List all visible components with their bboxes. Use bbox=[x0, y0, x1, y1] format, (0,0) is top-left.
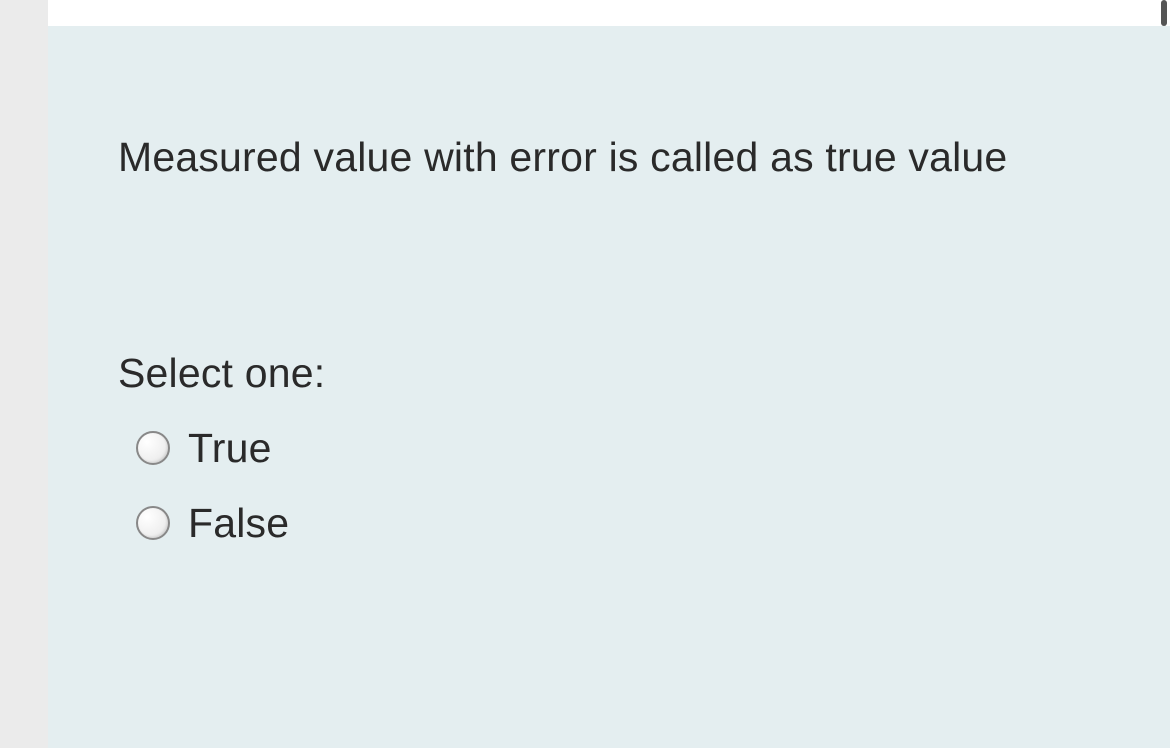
option-label-false: False bbox=[188, 500, 289, 547]
option-false[interactable]: False bbox=[118, 500, 1100, 547]
left-margin bbox=[0, 0, 48, 748]
radio-false[interactable] bbox=[136, 506, 170, 540]
select-prompt: Select one: bbox=[118, 350, 1100, 397]
top-white-strip bbox=[48, 0, 1170, 26]
option-true[interactable]: True bbox=[118, 425, 1100, 472]
scrollbar-indicator[interactable] bbox=[1161, 0, 1167, 26]
answer-section: Select one: True False bbox=[118, 350, 1100, 547]
option-label-true: True bbox=[188, 425, 272, 472]
radio-true[interactable] bbox=[136, 431, 170, 465]
question-panel: Measured value with error is called as t… bbox=[48, 26, 1170, 748]
question-text: Measured value with error is called as t… bbox=[118, 126, 1100, 190]
